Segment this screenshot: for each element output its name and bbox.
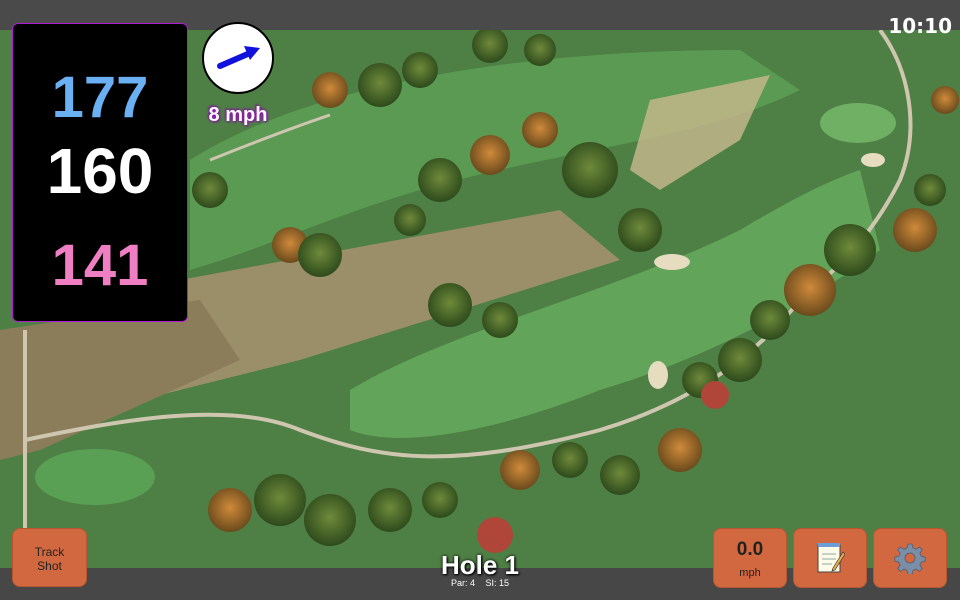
wind-indicator[interactable] bbox=[202, 22, 274, 94]
clock: 10:10 bbox=[888, 14, 952, 38]
front-distance: 141 bbox=[51, 233, 149, 298]
back-distance: 177 bbox=[51, 65, 149, 130]
track-shot-button[interactable]: Track Shot bbox=[12, 528, 87, 587]
speed-value: 0.0 bbox=[736, 539, 764, 560]
track-shot-label: Track Shot bbox=[34, 545, 65, 573]
hole-meta: Par: 4 SI: 15 bbox=[380, 578, 580, 588]
speed-unit: mph bbox=[739, 567, 761, 579]
hole-title: Hole 1 bbox=[440, 550, 520, 580]
settings-button[interactable] bbox=[873, 528, 947, 588]
notepad-icon bbox=[817, 543, 845, 573]
arrow-icon bbox=[217, 46, 260, 69]
middle-distance: 160 bbox=[46, 135, 154, 207]
par-label: Par: 4 bbox=[450, 578, 475, 588]
gear-icon bbox=[894, 543, 926, 574]
distance-panel[interactable]: 177 160 141 bbox=[12, 23, 188, 322]
stroke-index-label: SI: 15 bbox=[485, 578, 510, 588]
wind-speed-label: 8 mph bbox=[208, 104, 268, 126]
speed-button[interactable]: 0.0 mph bbox=[713, 528, 787, 588]
notes-button[interactable] bbox=[793, 528, 867, 588]
